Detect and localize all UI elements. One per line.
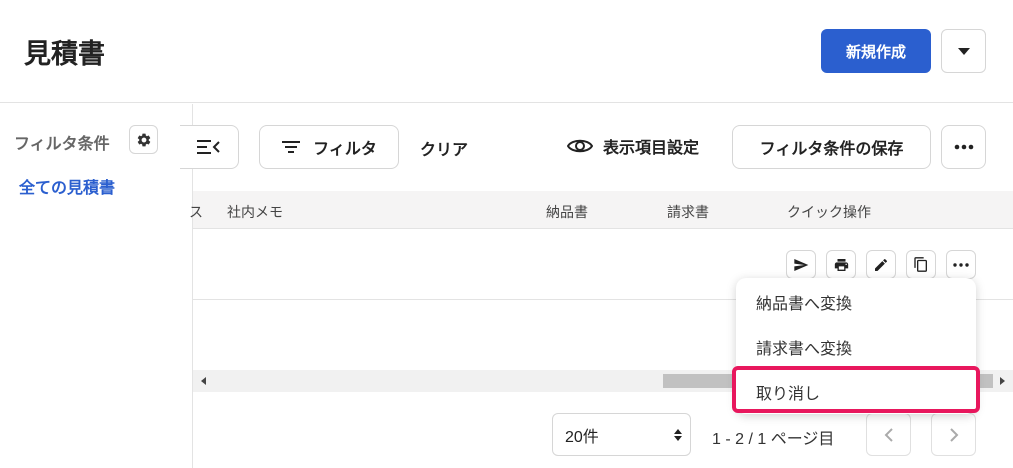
sidebar: フィルタ条件 全ての見積書 <box>0 104 193 468</box>
chevron-right-icon <box>949 427 958 442</box>
filter-conditions-label: フィルタ条件 <box>14 136 110 153</box>
sidebar-item-all-estimates[interactable]: 全ての見積書 <box>19 174 115 198</box>
more-horizontal-icon <box>954 144 973 150</box>
page-header: 見積書 新規作成 <box>0 0 1013 103</box>
clear-filter-link[interactable]: クリア <box>420 136 468 160</box>
new-button[interactable]: 新規作成 <box>821 29 931 73</box>
table-header: ス 社内メモ 納品書 請求書 クイック操作 <box>189 191 1013 229</box>
highlighted-menu-item-cancel[interactable]: 取り消し <box>732 366 980 413</box>
print-icon <box>834 258 848 271</box>
column-header-delivery-note[interactable]: 納品書 <box>546 202 588 222</box>
prev-page-button[interactable] <box>866 413 911 456</box>
save-filter-button[interactable]: フィルタ条件の保存 <box>732 125 931 169</box>
more-horizontal-icon <box>953 262 969 267</box>
edit-button[interactable] <box>866 250 896 279</box>
scroll-left-arrow-icon[interactable] <box>201 377 206 385</box>
new-options-dropdown-button[interactable] <box>941 29 986 73</box>
per-page-select[interactable]: 20件 <box>552 413 691 456</box>
page-title: 見積書 <box>24 39 105 69</box>
send-button[interactable] <box>786 250 816 279</box>
collapse-sidebar-button[interactable] <box>180 125 239 169</box>
column-header-internal-memo[interactable]: 社内メモ <box>227 202 283 222</box>
column-header-invoice[interactable]: 請求書 <box>667 202 709 222</box>
copy-icon <box>914 257 927 272</box>
display-settings-label: 表示項目設定 <box>603 140 700 157</box>
menu-item-convert-delivery-note[interactable]: 納品書へ変換 <box>756 290 852 314</box>
send-icon <box>794 258 809 271</box>
print-button[interactable] <box>826 250 856 279</box>
column-header-partial: ス <box>189 204 203 220</box>
column-header-quick-actions: クイック操作 <box>787 204 871 220</box>
filter-icon <box>282 141 301 153</box>
pagination-info: 1 - 2 / 1 ページ目 <box>712 431 835 448</box>
next-page-button[interactable] <box>931 413 976 456</box>
eye-icon <box>567 139 593 153</box>
copy-button[interactable] <box>906 250 936 279</box>
chevron-left-icon <box>884 427 893 442</box>
collapse-menu-icon <box>197 140 220 154</box>
display-settings-button[interactable]: 表示項目設定 <box>567 134 699 158</box>
chevron-down-icon <box>957 47 970 55</box>
filter-button-label: フィルタ <box>313 141 377 158</box>
select-updown-icon <box>674 429 682 441</box>
edit-icon <box>875 258 888 271</box>
gear-icon <box>137 133 150 146</box>
per-page-value: 20件 <box>565 428 599 446</box>
more-options-button[interactable] <box>941 125 986 169</box>
menu-item-convert-invoice[interactable]: 請求書へ変換 <box>756 335 852 359</box>
row-more-button[interactable] <box>946 250 976 279</box>
filter-settings-button[interactable] <box>129 125 158 154</box>
scroll-right-arrow-icon[interactable] <box>1000 377 1005 385</box>
filter-button[interactable]: フィルタ <box>259 125 399 169</box>
menu-item-cancel[interactable]: 取り消し <box>756 380 820 404</box>
